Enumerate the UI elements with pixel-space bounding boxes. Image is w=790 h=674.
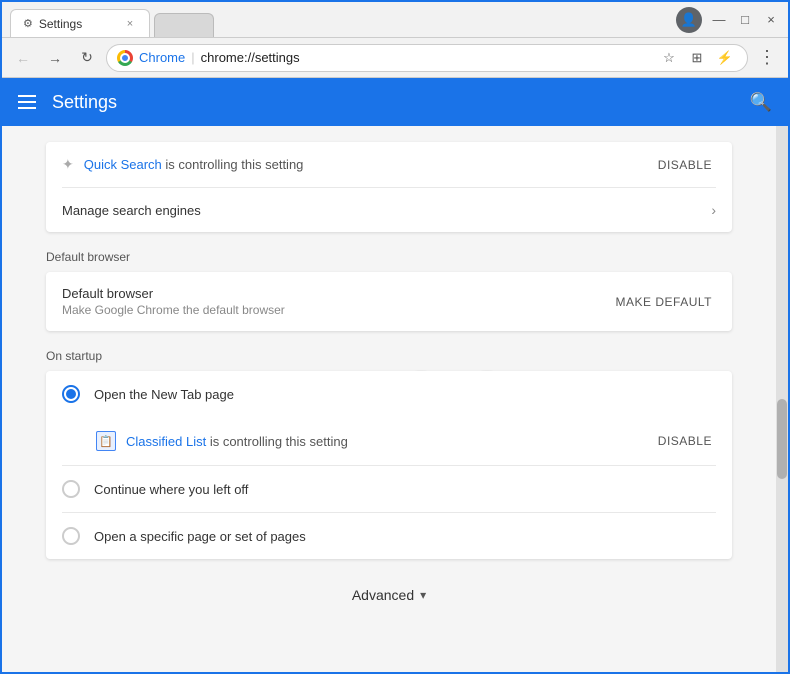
scrollbar-thumb[interactable] <box>777 399 787 479</box>
advanced-chevron-icon: ▾ <box>420 588 426 602</box>
classified-controlling-row: 📋 Classified List is controlling this se… <box>46 417 732 465</box>
quick-search-link[interactable]: Quick Search <box>84 157 162 172</box>
reload-button[interactable]: ↻ <box>74 45 100 71</box>
settings-tab-icon: ⚙ <box>23 17 33 30</box>
on-startup-section-label: On startup <box>46 331 732 371</box>
continue-radio-option[interactable]: Continue where you left off <box>46 466 732 512</box>
manage-search-engines-label: Manage search engines <box>62 203 711 218</box>
settings-page-title: Settings <box>52 92 117 113</box>
wand-icon: ✦ <box>62 156 74 173</box>
title-bar: ⚙ Settings × 👤 — □ × <box>2 2 788 38</box>
default-browser-title: Default browser <box>62 286 612 301</box>
inactive-tab[interactable] <box>154 13 214 37</box>
new-tab-radio-label: Open the New Tab page <box>94 387 234 402</box>
default-browser-section: Default browser Default browser Make Goo… <box>2 232 776 331</box>
back-button[interactable]: ← <box>10 45 36 71</box>
browser-menu-button[interactable]: ⋮ <box>754 45 780 71</box>
startup-card: Open the New Tab page 📋 Classified List … <box>46 371 732 559</box>
default-browser-sub: Make Google Chrome the default browser <box>62 303 612 317</box>
browser-window: ⚙ Settings × 👤 — □ × ← → ↻ Chrome | chro… <box>0 0 790 674</box>
maximize-button[interactable]: □ <box>736 11 754 29</box>
search-section: ✦ Quick Search is controlling this setti… <box>2 126 776 232</box>
make-default-button[interactable]: MAKE DEFAULT <box>612 295 716 309</box>
address-input-wrap[interactable]: Chrome | chrome://settings ☆ ⊞ ⚡ <box>106 44 748 72</box>
classified-list-icon: 📋 <box>96 431 116 451</box>
classified-suffix: is controlling this setting <box>206 434 348 449</box>
window-controls: 👤 — □ × <box>676 7 780 33</box>
default-browser-section-label: Default browser <box>46 232 732 272</box>
reader-mode-button[interactable]: ⊞ <box>685 46 709 70</box>
continue-radio-circle <box>62 480 80 498</box>
default-browser-info: Default browser Make Google Chrome the d… <box>62 286 612 317</box>
address-bar: ← → ↻ Chrome | chrome://settings ☆ ⊞ ⚡ ⋮ <box>2 38 788 78</box>
classified-list-link[interactable]: Classified List <box>126 434 206 449</box>
address-separator: | <box>191 50 194 65</box>
manage-search-engines-row[interactable]: Manage search engines › <box>46 188 732 232</box>
quick-search-disable-button[interactable]: DISABLE <box>654 158 716 172</box>
classified-controlling-text: Classified List is controlling this sett… <box>126 434 644 449</box>
content-area: DLCC ✦ Quick Search is controlling this … <box>2 126 788 672</box>
manage-search-chevron-icon: › <box>711 202 716 218</box>
address-chrome-label: Chrome <box>139 50 185 65</box>
classified-disable-button[interactable]: DISABLE <box>654 434 716 448</box>
address-bar-icons: ☆ ⊞ ⚡ <box>657 46 737 70</box>
advanced-label: Advanced <box>352 587 414 603</box>
advanced-section: Advanced ▾ <box>2 559 776 631</box>
specific-page-radio-option[interactable]: Open a specific page or set of pages <box>46 513 732 559</box>
active-tab[interactable]: ⚙ Settings × <box>10 9 150 37</box>
controlling-suffix: is controlling this setting <box>162 157 304 172</box>
tab-close-button[interactable]: × <box>123 17 137 31</box>
default-browser-card: Default browser Make Google Chrome the d… <box>46 272 732 331</box>
content-inner: ✦ Quick Search is controlling this setti… <box>2 126 776 651</box>
settings-header: Settings 🔍 <box>2 78 788 126</box>
on-startup-section: On startup Open the New Tab page 📋 <box>2 331 776 559</box>
content-scroll: DLCC ✦ Quick Search is controlling this … <box>2 126 776 672</box>
quick-search-controlling-row: ✦ Quick Search is controlling this setti… <box>46 142 732 187</box>
tab-area: ⚙ Settings × <box>10 2 214 37</box>
account-button[interactable]: 👤 <box>676 7 702 33</box>
close-window-button[interactable]: × <box>762 11 780 29</box>
new-tab-radio-circle <box>62 385 80 403</box>
address-url: chrome://settings <box>201 50 651 65</box>
advanced-button[interactable]: Advanced ▾ <box>336 579 442 611</box>
settings-search-icon[interactable]: 🔍 <box>750 92 772 113</box>
forward-button[interactable]: → <box>42 45 68 71</box>
cast-button[interactable]: ⚡ <box>713 46 737 70</box>
continue-radio-label: Continue where you left off <box>94 482 248 497</box>
search-card: ✦ Quick Search is controlling this setti… <box>46 142 732 232</box>
active-tab-label: Settings <box>39 17 82 31</box>
hamburger-menu-button[interactable] <box>18 95 36 109</box>
default-browser-row: Default browser Make Google Chrome the d… <box>46 272 732 331</box>
chrome-logo-icon <box>117 50 133 66</box>
specific-page-radio-label: Open a specific page or set of pages <box>94 529 306 544</box>
quick-search-controlling-text: Quick Search is controlling this setting <box>84 157 644 172</box>
bookmark-button[interactable]: ☆ <box>657 46 681 70</box>
scrollbar[interactable] <box>776 126 788 672</box>
minimize-button[interactable]: — <box>710 11 728 29</box>
new-tab-radio-option[interactable]: Open the New Tab page <box>46 371 732 417</box>
specific-page-radio-circle <box>62 527 80 545</box>
classified-icon-inner: 📋 <box>99 435 113 448</box>
